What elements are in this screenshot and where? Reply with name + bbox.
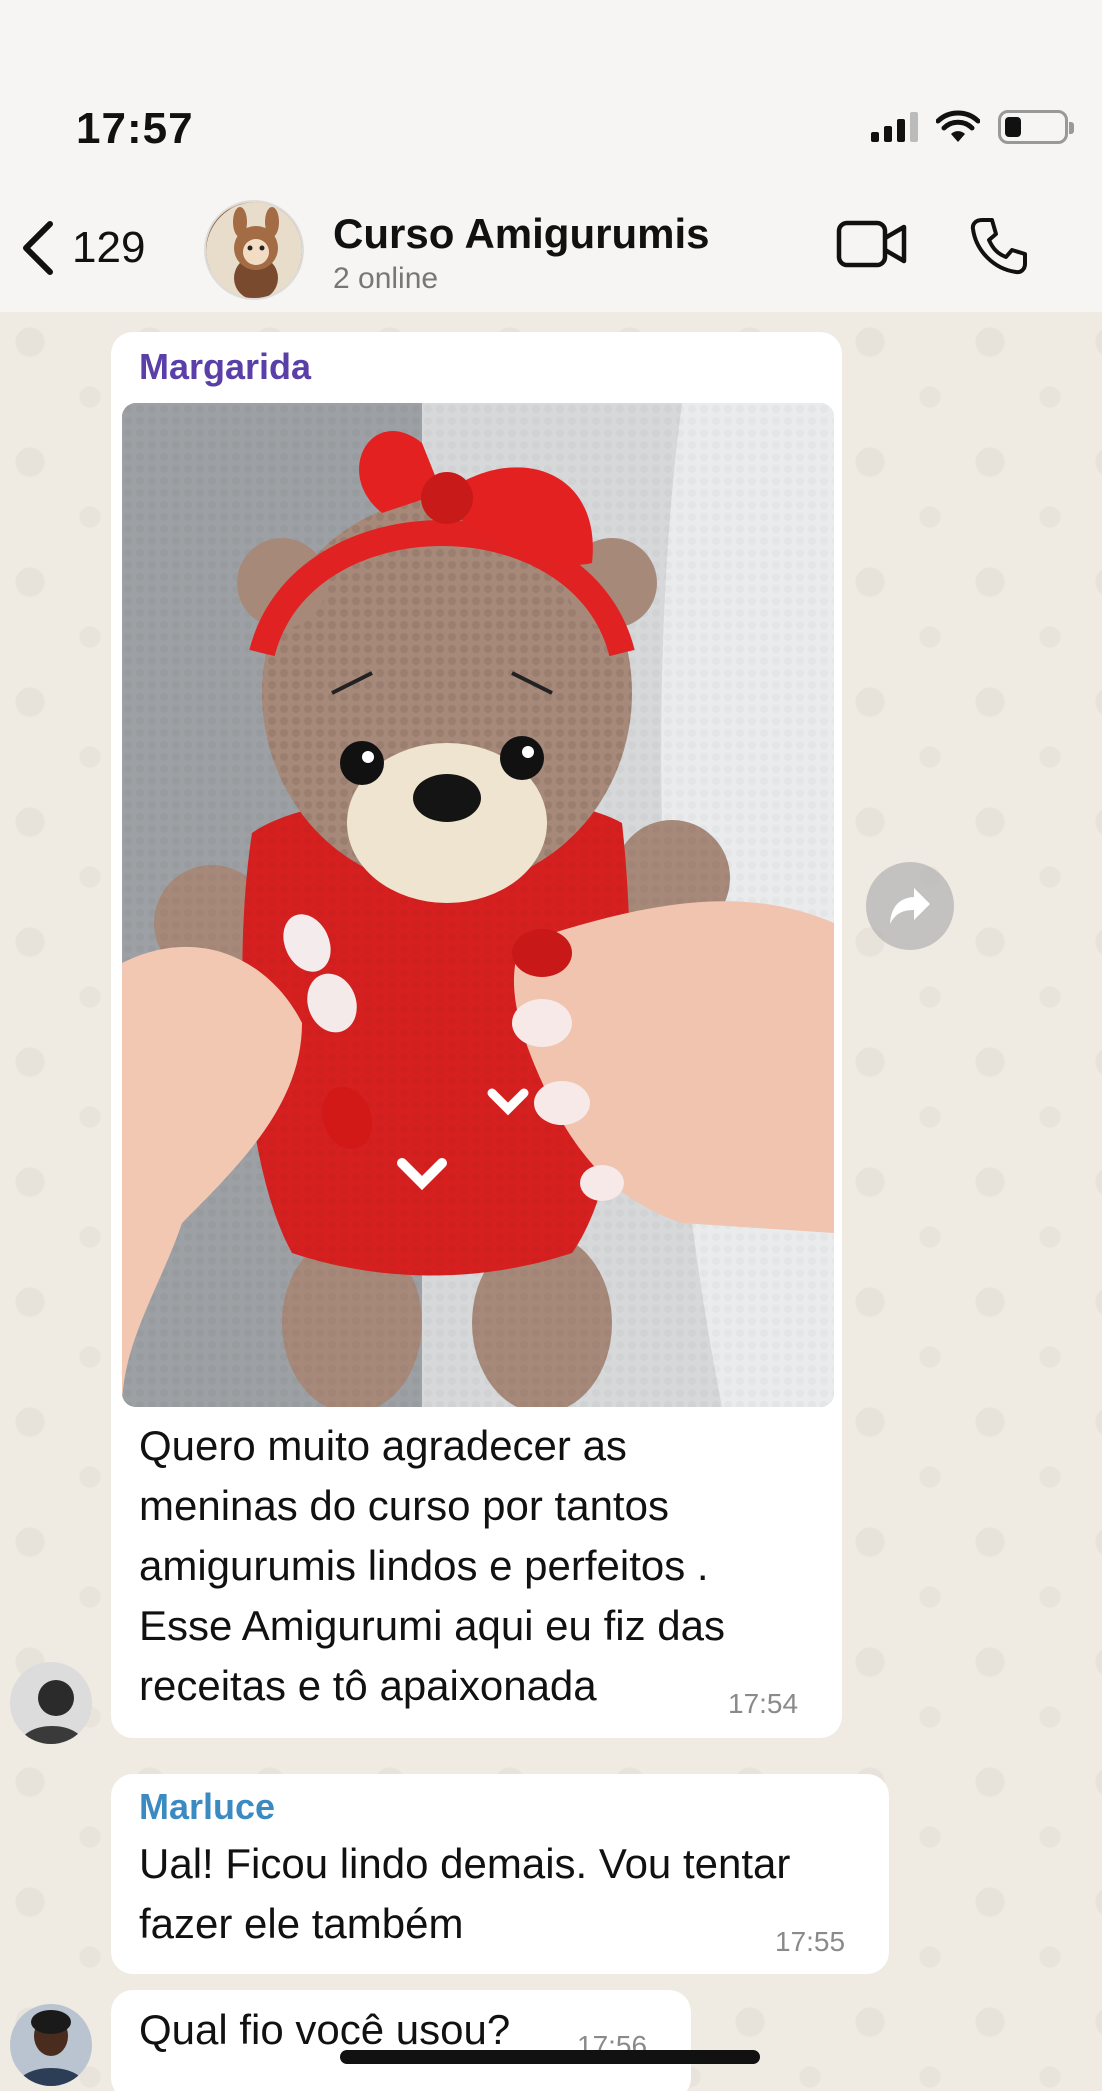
top-bar: 17:57 129 Curso Amigurumis 2 online: [0, 0, 1102, 312]
avatar[interactable]: [10, 1662, 92, 1744]
home-indicator: [340, 2050, 760, 2064]
sender-name: Margarida: [139, 346, 312, 387]
video-camera-icon: [836, 220, 907, 268]
message-line: Esse Amigurumi aqui eu fiz das: [139, 1602, 725, 1649]
message-line: receitas e tô apaixonada: [139, 1662, 597, 1709]
avatar[interactable]: [10, 2004, 92, 2086]
chat-subtitle: 2 online: [333, 262, 439, 295]
phone-icon: [970, 218, 1027, 275]
message-text: Ual! Ficou lindo demais. Vou tentar faze…: [139, 1834, 879, 1954]
chevron-left-icon: [23, 221, 53, 275]
message-text: Quero muito agradecer as meninas do curs…: [139, 1416, 799, 1716]
back-button[interactable]: 129: [18, 220, 145, 276]
message-line: meninas do curso por tantos: [139, 1482, 669, 1529]
message-line: Quero muito agradecer as: [139, 1422, 627, 1469]
message-line: fazer ele também: [139, 1900, 464, 1947]
forward-arrow-icon: [890, 888, 930, 924]
message-line: amigurumis lindos e perfeitos .: [139, 1542, 709, 1589]
message-bubble[interactable]: Qual fio você usou? 17:56: [111, 1990, 691, 2091]
message-photo[interactable]: [122, 403, 834, 1407]
message-time: 17:54: [728, 1688, 799, 1719]
status-icons: [871, 110, 1074, 144]
message-line: Ual! Ficou lindo demais. Vou tentar: [139, 1840, 791, 1887]
unread-count: 129: [72, 223, 146, 272]
battery-icon: [998, 110, 1074, 144]
sender-name: Marluce: [139, 1786, 276, 1827]
video-call-button[interactable]: [836, 218, 908, 275]
forward-button[interactable]: [866, 862, 954, 950]
wifi-icon: [936, 110, 980, 142]
voice-call-button[interactable]: [968, 216, 1028, 281]
message-time: 17:55: [775, 1926, 846, 1957]
group-avatar[interactable]: [204, 200, 304, 300]
chat-title[interactable]: Curso Amigurumis: [333, 210, 709, 258]
signal-icon: [871, 112, 918, 142]
message-bubble[interactable]: Marluce Ual! Ficou lindo demais. Vou ten…: [111, 1774, 889, 1974]
status-time: 17:57: [76, 104, 194, 153]
